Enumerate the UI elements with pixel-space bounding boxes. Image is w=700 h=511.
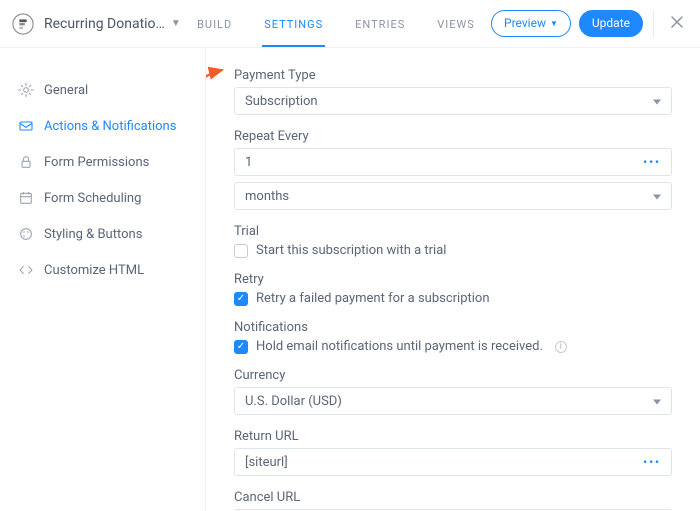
preview-button[interactable]: Preview ▼ xyxy=(491,10,571,36)
tab-views[interactable]: VIEWS xyxy=(435,2,477,47)
sidebar-item-label: Customize HTML xyxy=(44,263,144,278)
gear-icon xyxy=(18,82,34,98)
currency-select[interactable]: U.S. Dollar (USD) xyxy=(234,387,672,415)
main-tabs: BUILD SETTINGS ENTRIES VIEWS xyxy=(181,0,491,47)
sidebar-item-permissions[interactable]: Form Permissions xyxy=(0,144,205,180)
notifications-checkbox-label: Hold email notifications until payment i… xyxy=(256,339,543,354)
calendar-icon xyxy=(18,190,34,206)
annotation-arrow-icon xyxy=(206,58,234,168)
retry-checkbox-label: Retry a failed payment for a subscriptio… xyxy=(256,291,490,306)
caret-down-icon: ▼ xyxy=(171,18,181,29)
notifications-checkbox[interactable] xyxy=(234,340,248,354)
lock-icon xyxy=(18,154,34,170)
form-name-dropdown[interactable]: Recurring Donatio… xyxy=(44,16,165,32)
retry-checkbox[interactable] xyxy=(234,292,248,306)
close-button[interactable] xyxy=(666,14,688,33)
sidebar-item-label: Form Scheduling xyxy=(44,191,141,206)
sidebar-item-label: Form Permissions xyxy=(44,155,149,170)
app-logo-icon xyxy=(12,13,34,35)
sidebar-item-html[interactable]: Customize HTML xyxy=(0,252,205,288)
tab-build[interactable]: BUILD xyxy=(195,2,234,47)
label-cancel-url: Cancel URL xyxy=(234,490,672,505)
info-icon[interactable]: i xyxy=(555,341,567,353)
tab-entries[interactable]: ENTRIES xyxy=(353,2,407,47)
trial-checkbox-label: Start this subscription with a trial xyxy=(256,243,446,258)
sidebar-item-label: Styling & Buttons xyxy=(44,227,142,242)
repeat-unit-select[interactable]: months xyxy=(234,182,672,210)
repeat-count-input[interactable]: 1 xyxy=(234,148,672,176)
sidebar-item-label: General xyxy=(44,83,88,98)
label-retry: Retry xyxy=(234,272,672,287)
label-return-url: Return URL xyxy=(234,429,672,444)
sidebar-item-scheduling[interactable]: Form Scheduling xyxy=(0,180,205,216)
label-repeat: Repeat Every xyxy=(234,129,672,144)
update-button[interactable]: Update xyxy=(579,10,643,36)
settings-panel: Payment Type Subscription Repeat Every 1… xyxy=(206,48,700,511)
close-icon xyxy=(670,15,684,29)
label-notifications: Notifications xyxy=(234,320,672,335)
payment-type-select[interactable]: Subscription xyxy=(234,87,672,115)
preview-label: Preview xyxy=(504,16,546,30)
caret-down-icon: ▼ xyxy=(550,19,558,29)
trial-checkbox[interactable] xyxy=(234,244,248,258)
return-url-input[interactable]: [siteurl] xyxy=(234,448,672,476)
settings-sidebar: General Actions & Notifications Form Per… xyxy=(0,48,206,511)
label-payment-type: Payment Type xyxy=(234,68,672,83)
sidebar-item-styling[interactable]: Styling & Buttons xyxy=(0,216,205,252)
label-currency: Currency xyxy=(234,368,672,383)
label-trial: Trial xyxy=(234,224,672,239)
sidebar-item-general[interactable]: General xyxy=(0,72,205,108)
sidebar-item-label: Actions & Notifications xyxy=(44,119,176,134)
divider xyxy=(653,10,654,38)
palette-icon xyxy=(18,226,34,242)
tab-settings[interactable]: SETTINGS xyxy=(262,2,325,47)
mail-icon xyxy=(18,118,34,134)
sidebar-item-actions[interactable]: Actions & Notifications xyxy=(0,108,205,144)
code-icon xyxy=(18,262,34,278)
